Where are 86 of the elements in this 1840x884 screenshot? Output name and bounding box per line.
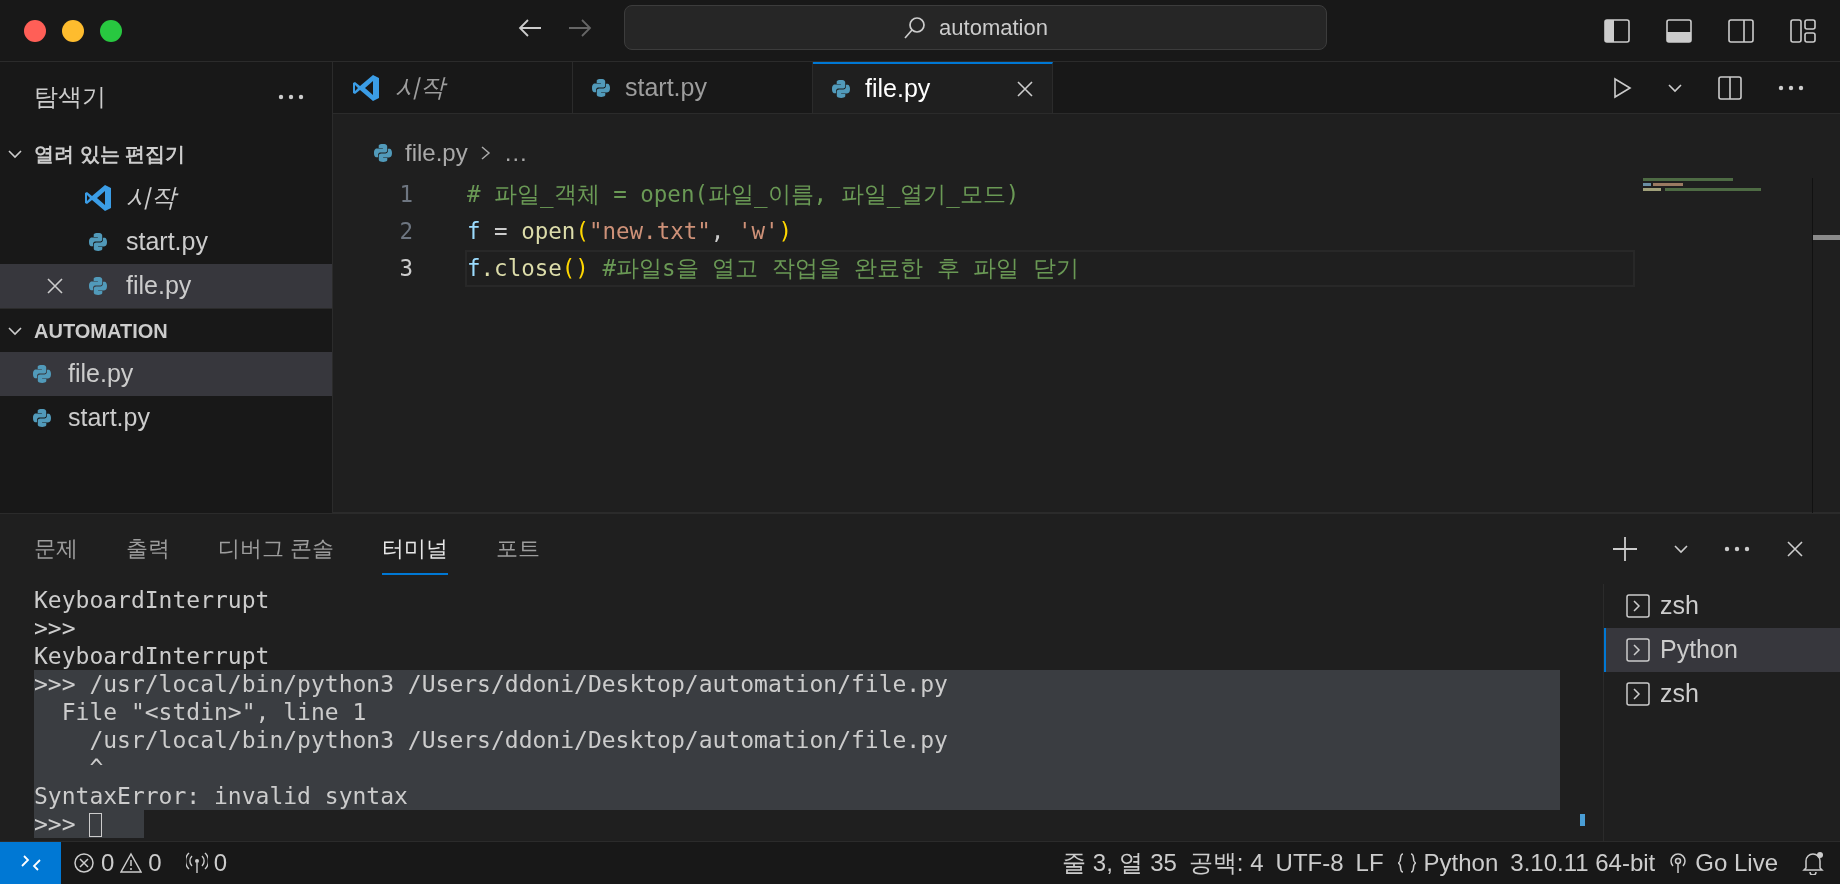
interpreter-status[interactable]: 3.10.11 64-bit xyxy=(1510,845,1656,881)
panel-toggle-icon[interactable] xyxy=(1666,18,1692,43)
code-line: # 파일_객체 = open(파일_이름, 파일_열기_모드) xyxy=(467,179,1020,210)
terminal-line: >>> xyxy=(34,615,76,641)
chevron-right-icon xyxy=(479,145,492,161)
more-icon[interactable] xyxy=(278,94,304,100)
close-panel-icon[interactable] xyxy=(1786,540,1804,558)
vscode-logo-icon xyxy=(83,183,113,213)
terminal-line: File "<stdin>", line 1 xyxy=(60,699,367,725)
command-center-search[interactable]: automation xyxy=(624,5,1327,50)
open-editor-item[interactable]: file.py xyxy=(0,264,332,308)
sidebar-title: 탐색기 xyxy=(34,82,106,112)
close-window-button[interactable] xyxy=(24,19,46,42)
maximize-window-button[interactable] xyxy=(100,19,122,42)
split-editor-icon[interactable] xyxy=(1718,75,1742,100)
breadcrumb-item[interactable]: file.py xyxy=(405,135,468,171)
terminal-icon xyxy=(1626,594,1650,618)
code-line: f.close() #파일s을 열고 작업을 완료한 후 파일 닫기 xyxy=(467,253,1079,283)
panel-tab[interactable]: 문제 xyxy=(34,523,78,575)
remote-button[interactable] xyxy=(0,841,61,884)
more-icon[interactable] xyxy=(1778,84,1804,91)
ports-status[interactable]: 0 xyxy=(185,845,228,881)
panel-tab[interactable]: 디버그 콘솔 xyxy=(218,523,335,575)
notification-bell-icon[interactable] xyxy=(1802,851,1824,875)
forward-arrow-icon[interactable] xyxy=(567,17,593,39)
panel-tab[interactable]: 출력 xyxy=(126,523,170,575)
minimize-window-button[interactable] xyxy=(62,19,84,42)
indentation-status[interactable]: 공백: 4 xyxy=(1188,845,1264,881)
caret-icon[interactable] xyxy=(1674,544,1688,554)
terminal-line: ^ xyxy=(88,755,104,781)
terminal-line: KeyboardInterrupt xyxy=(34,643,270,669)
open-editor-item[interactable]: 시작 xyxy=(0,176,332,220)
terminal-icon xyxy=(1626,638,1650,662)
python-icon xyxy=(591,77,611,98)
warning-icon xyxy=(120,852,143,874)
terminal-item[interactable]: zsh xyxy=(1604,584,1840,628)
scroll-marker xyxy=(1580,814,1585,826)
antenna-icon xyxy=(185,852,208,874)
file-item[interactable]: start.py xyxy=(0,396,332,440)
terminal-item[interactable]: zsh xyxy=(1604,672,1840,716)
back-arrow-icon[interactable] xyxy=(517,17,543,39)
braces-icon xyxy=(1395,852,1418,874)
cursor-position[interactable]: 줄 3, 열 35 xyxy=(1062,845,1177,881)
terminal-item[interactable]: Python xyxy=(1604,628,1840,672)
open-editor-item[interactable]: start.py xyxy=(0,220,332,264)
primary-sidebar-toggle-icon[interactable] xyxy=(1604,18,1630,43)
file-item[interactable]: file.py xyxy=(0,352,332,396)
go-live-button[interactable]: Go Live xyxy=(1667,845,1778,881)
terminal-line: >>> /usr/local/bin/python3 /Users/ddoni/Desktop/automation/file.py xyxy=(34,671,948,697)
vscode-logo-icon xyxy=(351,72,381,103)
caret-icon[interactable] xyxy=(1668,82,1682,93)
search-icon xyxy=(903,15,928,40)
error-icon xyxy=(73,852,95,874)
breadcrumb-item[interactable]: … xyxy=(503,135,528,171)
close-tab-icon[interactable] xyxy=(1016,79,1034,98)
terminal-line: SyntaxError: invalid syntax xyxy=(34,783,408,809)
code-line: f = open("new.txt", 'w') xyxy=(467,216,793,246)
layout-icon[interactable] xyxy=(1790,18,1816,43)
python-icon xyxy=(88,276,108,296)
panel-tab[interactable]: 터미널 xyxy=(382,523,449,575)
run-icon[interactable] xyxy=(1612,76,1632,99)
python-icon xyxy=(32,408,52,428)
python-icon xyxy=(373,143,393,163)
terminal-icon xyxy=(1626,682,1650,706)
terminal-line: /usr/local/bin/python3 /Users/ddoni/Desktop/automation/file.py xyxy=(88,727,948,753)
encoding-status[interactable]: UTF-8 xyxy=(1275,845,1344,881)
scrollbar[interactable] xyxy=(1812,178,1840,513)
terminal-prompt: >>> xyxy=(34,811,76,837)
more-icon[interactable] xyxy=(1724,546,1750,552)
terminal-cursor xyxy=(88,813,102,837)
python-icon xyxy=(88,232,108,252)
python-icon xyxy=(831,78,851,99)
line-number: 2 xyxy=(398,216,413,246)
editor-tab[interactable]: file.py xyxy=(813,62,1053,113)
line-number: 1 xyxy=(398,179,413,209)
line-ending-status[interactable]: LF xyxy=(1355,845,1384,881)
line-number: 3 xyxy=(398,253,413,283)
problems-status[interactable]: 0 0 xyxy=(73,845,162,881)
python-icon xyxy=(32,364,52,384)
language-status[interactable]: Python xyxy=(1395,845,1499,881)
plus-icon[interactable] xyxy=(1612,536,1638,562)
section-header[interactable]: 열려 있는 편집기 xyxy=(0,132,332,176)
secondary-sidebar-toggle-icon[interactable] xyxy=(1728,18,1754,43)
close-editor-icon[interactable] xyxy=(46,277,64,295)
terminal-line: KeyboardInterrupt xyxy=(34,587,270,613)
panel-tab[interactable]: 포트 xyxy=(496,523,541,575)
